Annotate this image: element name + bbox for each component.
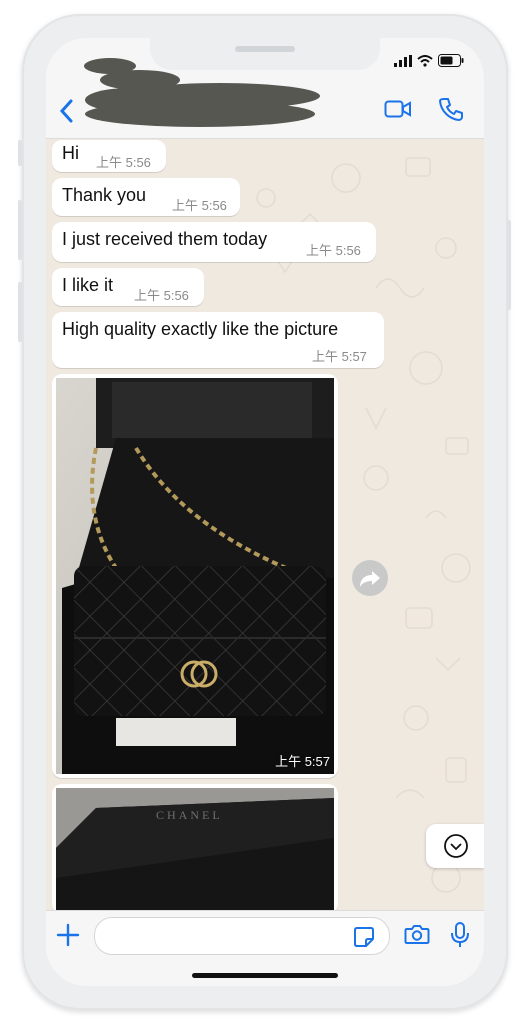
chat-header	[46, 38, 484, 139]
message-time: 上午 5:57	[312, 349, 367, 364]
message-time: 上午 5:56	[96, 155, 151, 170]
chevron-down-icon	[444, 834, 468, 858]
voice-call-button[interactable]	[438, 96, 464, 122]
message-bubble[interactable]: High quality exactly like the picture 上午…	[52, 312, 384, 368]
camera-button[interactable]	[404, 923, 430, 945]
status-bar	[394, 54, 464, 67]
message-text: I like it	[62, 275, 114, 295]
wifi-icon	[417, 54, 433, 67]
message-text: Hi	[62, 143, 79, 163]
phone-screen: Hi 上午 5:56 Thank you 上午 5:56 I just rece…	[46, 38, 484, 986]
signal-icon	[394, 54, 412, 67]
composer-bar	[46, 910, 484, 986]
video-call-button[interactable]	[384, 98, 412, 120]
bag-photo	[56, 378, 334, 774]
message-bubble[interactable]: Hi 上午 5:56	[52, 140, 166, 172]
message-bubble[interactable]: Thank you 上午 5:56	[52, 178, 240, 216]
message-time: 上午 5:56	[172, 198, 227, 213]
message-time: 上午 5:56	[306, 243, 361, 258]
scroll-to-bottom-button[interactable]	[426, 824, 484, 868]
microphone-button[interactable]	[450, 921, 470, 949]
image-message[interactable]: 上午 5:57	[52, 374, 338, 778]
message-text: Thank you	[62, 185, 147, 205]
box-brand-text: CHANEL	[156, 808, 223, 822]
speaker	[235, 46, 295, 52]
home-indicator	[192, 973, 338, 978]
box-photo	[56, 788, 334, 910]
side-button	[507, 220, 511, 310]
message-time: 上午 5:56	[134, 288, 189, 303]
message-bubble[interactable]: I like it 上午 5:56	[52, 268, 204, 306]
image-message[interactable]: CHANEL	[52, 784, 338, 910]
contact-name-redacted[interactable]	[80, 56, 320, 134]
forward-button[interactable]	[352, 560, 388, 596]
message-input[interactable]	[94, 917, 390, 955]
back-button[interactable]	[56, 96, 78, 126]
battery-icon	[438, 54, 464, 67]
image-time: 上午 5:57	[275, 754, 330, 769]
chat-area[interactable]: Hi 上午 5:56 Thank you 上午 5:56 I just rece…	[46, 138, 484, 910]
side-button	[18, 282, 22, 342]
plus-button[interactable]	[56, 923, 80, 947]
forward-icon	[360, 571, 380, 587]
message-text: High quality exactly like the picture	[62, 319, 339, 339]
message-text: I just received them today	[62, 229, 268, 249]
side-button	[18, 200, 22, 260]
message-bubble[interactable]: I just received them today 上午 5:56	[52, 222, 376, 262]
side-button	[18, 140, 22, 166]
sticker-button[interactable]	[353, 926, 375, 948]
